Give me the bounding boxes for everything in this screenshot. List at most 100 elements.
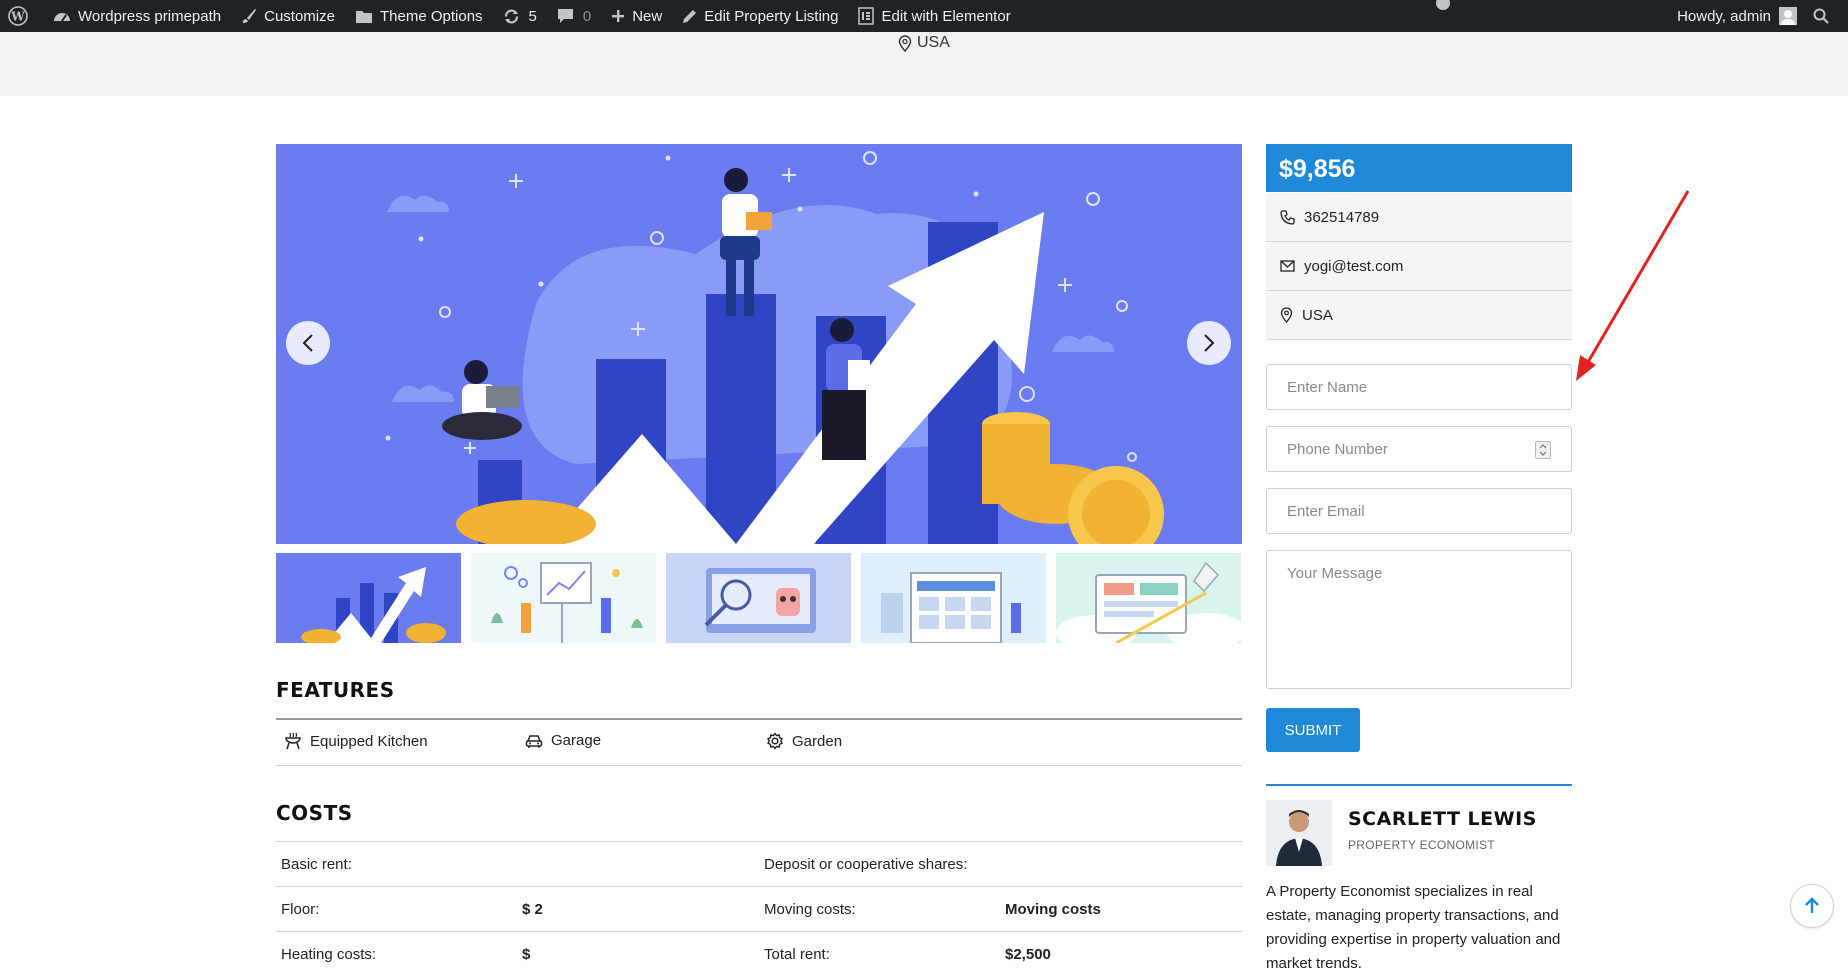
svg-text:W: W (10, 10, 25, 24)
slider-next-button[interactable] (1187, 321, 1231, 365)
brush-icon (242, 9, 257, 23)
site-name-label: Wordpress primepath (78, 7, 222, 25)
phone-field[interactable]: Phone Number (1266, 426, 1572, 472)
cost-label: Floor: (281, 901, 320, 918)
wordpress-logo-icon[interactable]: W (0, 0, 43, 32)
edit-elementor-label: Edit with Elementor (881, 7, 1011, 25)
elementor-icon (858, 7, 875, 25)
slider-thumbnails (276, 553, 1242, 643)
header-location: USA (898, 34, 950, 52)
contact-phone: 362514789 (1266, 193, 1572, 242)
costs-row: Heating costs: $ Total rent: $2,500 (276, 932, 1242, 968)
new-label: New (632, 7, 663, 25)
message-field[interactable]: Your Message (1266, 550, 1572, 689)
user-avatar-icon (1779, 7, 1797, 25)
slider-prev-button[interactable] (286, 321, 330, 365)
cost-value: $ (522, 946, 531, 963)
phone-text: 362514789 (1304, 208, 1380, 226)
site-name-link[interactable]: Wordpress primepath (43, 0, 231, 32)
features-list: Equipped Kitchen Garage Garden (276, 720, 1242, 765)
property-image-slider[interactable] (276, 144, 1242, 544)
edit-listing-link[interactable]: Edit Property Listing (672, 0, 848, 32)
email-placeholder: Enter Email (1287, 502, 1365, 520)
number-stepper[interactable] (1535, 441, 1551, 459)
agent-role: PROPERTY ECONOMIST (1348, 838, 1495, 852)
cost-label: Total rent: (764, 946, 830, 963)
feature-label: Garage (551, 732, 602, 749)
thumbnail-5[interactable] (1056, 553, 1241, 643)
plus-icon (612, 10, 625, 22)
map-pin-icon (898, 34, 912, 52)
name-field[interactable]: Enter Name (1266, 364, 1572, 410)
header-strip: USA (0, 32, 1848, 96)
theme-options-link[interactable]: Theme Options (345, 0, 493, 32)
phone-placeholder: Phone Number (1287, 440, 1388, 458)
price-badge: $9,856 (1266, 144, 1572, 192)
grill-icon (285, 732, 301, 750)
thumbnail-1[interactable] (276, 553, 461, 643)
notification-dot (1436, 0, 1450, 10)
scroll-to-top-button[interactable] (1790, 884, 1834, 928)
contact-email: yogi@test.com (1266, 242, 1572, 291)
admin-search-button[interactable] (1807, 0, 1848, 32)
cost-value: $2,500 (1005, 946, 1051, 963)
dashboard-icon (54, 13, 70, 22)
chevron-right-icon (1204, 334, 1215, 352)
comment-icon (557, 9, 573, 23)
phone-icon (1280, 209, 1295, 225)
cost-label: Moving costs: (764, 901, 856, 918)
cost-value: Moving costs (1005, 901, 1101, 918)
feature-label: Garden (792, 732, 843, 750)
costs-row: Floor: $ 2 Moving costs: Moving costs (276, 887, 1242, 931)
agent-bio: A Property Economist specializes in real… (1266, 883, 1561, 968)
growth-illustration (276, 144, 1242, 544)
folder-icon (355, 10, 372, 23)
account-menu[interactable]: Howdy, admin (1667, 0, 1807, 32)
edit-listing-label: Edit Property Listing (704, 7, 839, 25)
refresh-icon (504, 9, 518, 23)
admin-bar: W Wordpress primepath Customize Theme Op… (0, 0, 1848, 32)
agent-avatar (1266, 800, 1332, 866)
email-field[interactable]: Enter Email (1266, 488, 1572, 534)
envelope-icon (1280, 260, 1295, 272)
updates-link[interactable]: 5 (493, 0, 547, 32)
cost-label: Heating costs: (281, 946, 377, 963)
edit-elementor-link[interactable]: Edit with Elementor (848, 0, 1020, 32)
gear-icon (767, 732, 783, 750)
theme-options-label: Theme Options (379, 7, 483, 25)
header-location-label: USA (917, 34, 950, 51)
cost-value: $ 2 (522, 901, 543, 918)
costs-heading: COSTS (276, 801, 353, 825)
location-text: USA (1302, 306, 1333, 324)
name-placeholder: Enter Name (1287, 378, 1368, 396)
new-link[interactable]: New (601, 0, 672, 32)
comments-count: 0 (582, 7, 592, 25)
feature-item: Garage (525, 732, 601, 749)
updates-count: 5 (528, 7, 537, 25)
costs-row: Basic rent: Deposit or cooperative share… (276, 842, 1242, 886)
car-icon (525, 734, 543, 748)
annotation-arrow-icon (1576, 190, 1690, 381)
customize-label: Customize (264, 7, 335, 25)
agent-divider (1266, 784, 1572, 786)
message-placeholder: Your Message (1287, 565, 1383, 582)
howdy-label: Howdy, admin (1677, 7, 1771, 25)
features-heading: FEATURES (276, 678, 395, 702)
map-pin-icon (1280, 307, 1293, 323)
comments-link[interactable]: 0 (547, 0, 601, 32)
thumbnail-4[interactable] (861, 553, 1046, 643)
submit-button[interactable]: SUBMIT (1266, 708, 1360, 752)
thumbnail-3[interactable] (666, 553, 851, 643)
thumbnail-2[interactable] (471, 553, 656, 643)
cost-label: Basic rent: (281, 856, 352, 873)
feature-item: Garden (766, 732, 842, 750)
features-bottom-divider (276, 765, 1242, 766)
customize-link[interactable]: Customize (231, 0, 345, 32)
contact-location: USA (1266, 291, 1572, 340)
pencil-icon (683, 9, 697, 23)
search-icon (1813, 8, 1829, 24)
agent-name: SCARLETT LEWIS (1348, 808, 1537, 830)
feature-item: Equipped Kitchen (284, 732, 428, 750)
arrow-up-icon (1805, 897, 1819, 913)
chevron-left-icon (302, 334, 313, 352)
